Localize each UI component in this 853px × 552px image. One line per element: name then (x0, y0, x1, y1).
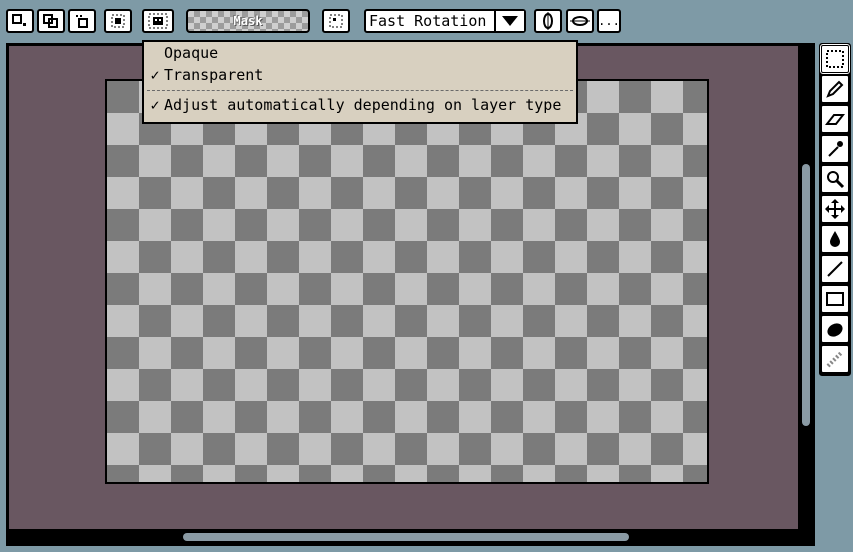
layer-stack-icon (43, 14, 58, 28)
menu-item-label: Opaque (164, 44, 219, 62)
check-icon: ✓ (150, 66, 160, 84)
rectangle-icon (826, 292, 844, 306)
menu-item-transparent[interactable]: ✓ Transparent (144, 64, 576, 86)
transparency-icon (148, 13, 168, 29)
transparency-button[interactable] (142, 9, 174, 33)
menu-item-opaque[interactable]: Opaque (144, 42, 576, 64)
layer-view-icon (12, 14, 26, 26)
menu-item-adjust-automatically[interactable]: ✓ Adjust automatically depending on laye… (144, 94, 576, 116)
tool-eraser[interactable] (821, 105, 849, 133)
tool-line[interactable] (821, 255, 849, 283)
horizontal-scroll-thumb[interactable] (183, 533, 629, 541)
chevron-down-icon[interactable] (496, 11, 524, 31)
zoom-icon (827, 171, 845, 189)
transparency-menu: Opaque ✓ Transparent ✓ Adjust automatica… (142, 40, 578, 124)
rotate-left-button[interactable] (534, 9, 562, 33)
tool-rect-select[interactable] (820, 44, 850, 74)
document-canvas[interactable] (105, 79, 709, 484)
render-mode-value: Fast Rotation (366, 11, 496, 31)
tool-palette (819, 43, 851, 376)
rect-select-icon (826, 50, 844, 68)
grid-icon (111, 14, 125, 28)
move-icon (825, 199, 845, 219)
ellipse-icon (827, 323, 843, 337)
mask-toggle[interactable]: Mask (186, 9, 310, 33)
tool-gradient[interactable] (821, 345, 849, 373)
flip-button[interactable] (566, 9, 594, 33)
line-icon (827, 261, 843, 277)
menu-item-label: Transparent (164, 66, 264, 84)
layer-view-button[interactable] (6, 9, 34, 33)
tool-eyedropper[interactable] (821, 135, 849, 163)
rotate-icon (543, 12, 553, 30)
layer-merge-button[interactable] (68, 9, 96, 33)
flip-icon (570, 16, 590, 26)
tool-fill[interactable] (821, 225, 849, 253)
tool-zoom[interactable] (821, 165, 849, 193)
vertical-scroll-thumb[interactable] (802, 164, 810, 426)
check-icon: ✓ (150, 96, 160, 114)
eraser-icon (825, 114, 845, 125)
more-button[interactable]: ... (597, 9, 621, 33)
tool-pencil[interactable] (821, 75, 849, 103)
layer-merge-icon (76, 15, 88, 28)
mask-label: Mask (233, 14, 263, 28)
tool-ellipse[interactable] (821, 315, 849, 343)
selection-icon (329, 14, 343, 28)
gradient-icon (826, 350, 844, 368)
layer-grid-button[interactable] (104, 9, 132, 33)
pencil-icon (826, 80, 844, 98)
eyedropper-icon (828, 141, 843, 157)
tool-rectangle[interactable] (821, 285, 849, 313)
horizontal-scrollbar[interactable] (9, 529, 812, 543)
more-label: ... (598, 14, 620, 28)
tool-move[interactable] (821, 195, 849, 223)
fill-bucket-icon (830, 231, 840, 247)
render-mode-select[interactable]: Fast Rotation (364, 9, 526, 33)
menu-separator (147, 90, 573, 91)
menu-item-label: Adjust automatically depending on layer … (164, 96, 562, 114)
layer-stack-button[interactable] (37, 9, 65, 33)
vertical-scrollbar[interactable] (798, 46, 812, 543)
selection-button[interactable] (322, 9, 350, 33)
